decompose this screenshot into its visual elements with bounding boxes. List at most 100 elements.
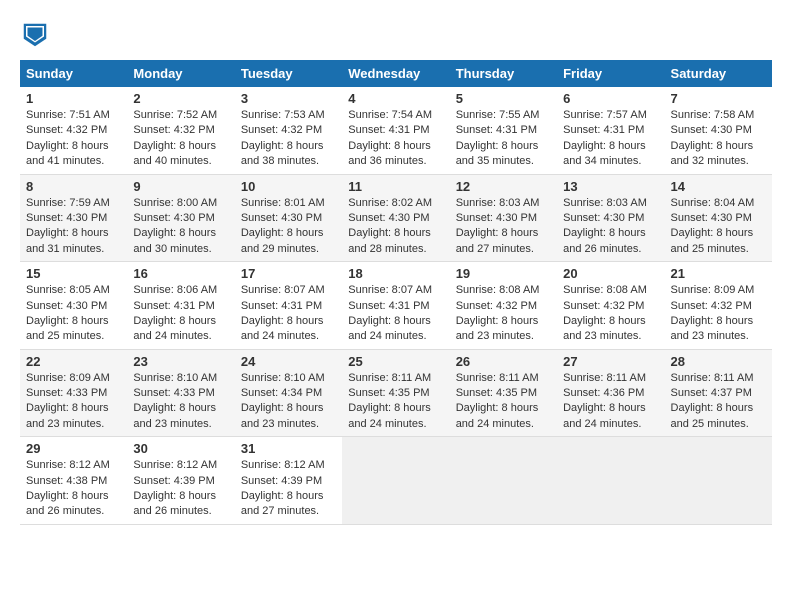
sunrise: Sunrise: 7:58 AM — [671, 108, 766, 123]
sunset: Sunset: 4:39 PM — [133, 474, 228, 489]
daylight: Daylight: 8 hours and 23 minutes. — [671, 314, 766, 345]
calendar-cell: 14 Sunrise: 8:04 AM Sunset: 4:30 PM Dayl… — [665, 174, 772, 262]
daylight: Daylight: 8 hours and 34 minutes. — [563, 139, 658, 170]
calendar-cell: 25 Sunrise: 8:11 AM Sunset: 4:35 PM Dayl… — [342, 349, 449, 437]
daylight: Daylight: 8 hours and 38 minutes. — [241, 139, 336, 170]
calendar-cell: 4 Sunrise: 7:54 AM Sunset: 4:31 PM Dayli… — [342, 87, 449, 174]
sunset: Sunset: 4:31 PM — [348, 123, 443, 138]
day-detail: Sunrise: 8:07 AM Sunset: 4:31 PM Dayligh… — [241, 283, 336, 345]
calendar-cell: 17 Sunrise: 8:07 AM Sunset: 4:31 PM Dayl… — [235, 262, 342, 350]
sunset: Sunset: 4:30 PM — [348, 211, 443, 226]
page-header — [20, 20, 772, 50]
weekday-header-row: SundayMondayTuesdayWednesdayThursdayFrid… — [20, 60, 772, 87]
sunset: Sunset: 4:31 PM — [348, 299, 443, 314]
day-number: 25 — [348, 354, 443, 369]
calendar-cell: 5 Sunrise: 7:55 AM Sunset: 4:31 PM Dayli… — [450, 87, 557, 174]
daylight: Daylight: 8 hours and 24 minutes. — [563, 401, 658, 432]
day-number: 5 — [456, 91, 551, 106]
daylight: Daylight: 8 hours and 36 minutes. — [348, 139, 443, 170]
day-detail: Sunrise: 7:53 AM Sunset: 4:32 PM Dayligh… — [241, 108, 336, 170]
sunset: Sunset: 4:32 PM — [671, 299, 766, 314]
day-number: 7 — [671, 91, 766, 106]
weekday-header-thursday: Thursday — [450, 60, 557, 87]
day-detail: Sunrise: 7:57 AM Sunset: 4:31 PM Dayligh… — [563, 108, 658, 170]
sunrise: Sunrise: 8:04 AM — [671, 196, 766, 211]
day-number: 27 — [563, 354, 658, 369]
sunset: Sunset: 4:36 PM — [563, 386, 658, 401]
sunrise: Sunrise: 8:01 AM — [241, 196, 336, 211]
calendar-cell: 26 Sunrise: 8:11 AM Sunset: 4:35 PM Dayl… — [450, 349, 557, 437]
day-detail: Sunrise: 7:54 AM Sunset: 4:31 PM Dayligh… — [348, 108, 443, 170]
day-number: 14 — [671, 179, 766, 194]
day-detail: Sunrise: 8:12 AM Sunset: 4:39 PM Dayligh… — [241, 458, 336, 520]
day-number: 6 — [563, 91, 658, 106]
logo-icon — [20, 20, 50, 50]
daylight: Daylight: 8 hours and 25 minutes. — [671, 226, 766, 257]
sunrise: Sunrise: 8:07 AM — [348, 283, 443, 298]
calendar-cell: 28 Sunrise: 8:11 AM Sunset: 4:37 PM Dayl… — [665, 349, 772, 437]
day-detail: Sunrise: 8:09 AM Sunset: 4:32 PM Dayligh… — [671, 283, 766, 345]
day-number: 13 — [563, 179, 658, 194]
sunrise: Sunrise: 8:11 AM — [456, 371, 551, 386]
sunrise: Sunrise: 8:11 AM — [563, 371, 658, 386]
day-detail: Sunrise: 7:52 AM Sunset: 4:32 PM Dayligh… — [133, 108, 228, 170]
daylight: Daylight: 8 hours and 23 minutes. — [26, 401, 121, 432]
sunrise: Sunrise: 7:51 AM — [26, 108, 121, 123]
day-number: 31 — [241, 441, 336, 456]
sunset: Sunset: 4:30 PM — [241, 211, 336, 226]
calendar-cell: 6 Sunrise: 7:57 AM Sunset: 4:31 PM Dayli… — [557, 87, 664, 174]
daylight: Daylight: 8 hours and 27 minutes. — [241, 489, 336, 520]
weekday-header-monday: Monday — [127, 60, 234, 87]
day-detail: Sunrise: 8:07 AM Sunset: 4:31 PM Dayligh… — [348, 283, 443, 345]
day-detail: Sunrise: 8:09 AM Sunset: 4:33 PM Dayligh… — [26, 371, 121, 433]
day-detail: Sunrise: 7:59 AM Sunset: 4:30 PM Dayligh… — [26, 196, 121, 258]
calendar-cell: 19 Sunrise: 8:08 AM Sunset: 4:32 PM Dayl… — [450, 262, 557, 350]
weekday-header-wednesday: Wednesday — [342, 60, 449, 87]
day-detail: Sunrise: 8:03 AM Sunset: 4:30 PM Dayligh… — [456, 196, 551, 258]
sunset: Sunset: 4:30 PM — [671, 123, 766, 138]
calendar-cell: 23 Sunrise: 8:10 AM Sunset: 4:33 PM Dayl… — [127, 349, 234, 437]
calendar-cell: 18 Sunrise: 8:07 AM Sunset: 4:31 PM Dayl… — [342, 262, 449, 350]
daylight: Daylight: 8 hours and 23 minutes. — [456, 314, 551, 345]
sunrise: Sunrise: 7:55 AM — [456, 108, 551, 123]
week-row-3: 15 Sunrise: 8:05 AM Sunset: 4:30 PM Dayl… — [20, 262, 772, 350]
calendar-cell: 21 Sunrise: 8:09 AM Sunset: 4:32 PM Dayl… — [665, 262, 772, 350]
calendar-cell: 1 Sunrise: 7:51 AM Sunset: 4:32 PM Dayli… — [20, 87, 127, 174]
daylight: Daylight: 8 hours and 40 minutes. — [133, 139, 228, 170]
daylight: Daylight: 8 hours and 35 minutes. — [456, 139, 551, 170]
sunrise: Sunrise: 8:12 AM — [133, 458, 228, 473]
sunset: Sunset: 4:32 PM — [26, 123, 121, 138]
sunset: Sunset: 4:30 PM — [671, 211, 766, 226]
day-detail: Sunrise: 7:51 AM Sunset: 4:32 PM Dayligh… — [26, 108, 121, 170]
sunrise: Sunrise: 8:05 AM — [26, 283, 121, 298]
day-detail: Sunrise: 8:10 AM Sunset: 4:34 PM Dayligh… — [241, 371, 336, 433]
day-detail: Sunrise: 8:05 AM Sunset: 4:30 PM Dayligh… — [26, 283, 121, 345]
day-number: 30 — [133, 441, 228, 456]
sunset: Sunset: 4:31 PM — [241, 299, 336, 314]
sunset: Sunset: 4:31 PM — [563, 123, 658, 138]
day-number: 1 — [26, 91, 121, 106]
day-number: 15 — [26, 266, 121, 281]
sunset: Sunset: 4:32 PM — [563, 299, 658, 314]
daylight: Daylight: 8 hours and 29 minutes. — [241, 226, 336, 257]
day-number: 4 — [348, 91, 443, 106]
daylight: Daylight: 8 hours and 23 minutes. — [133, 401, 228, 432]
calendar-cell: 8 Sunrise: 7:59 AM Sunset: 4:30 PM Dayli… — [20, 174, 127, 262]
week-row-4: 22 Sunrise: 8:09 AM Sunset: 4:33 PM Dayl… — [20, 349, 772, 437]
weekday-header-sunday: Sunday — [20, 60, 127, 87]
daylight: Daylight: 8 hours and 24 minutes. — [241, 314, 336, 345]
sunrise: Sunrise: 7:53 AM — [241, 108, 336, 123]
day-detail: Sunrise: 8:10 AM Sunset: 4:33 PM Dayligh… — [133, 371, 228, 433]
day-number: 28 — [671, 354, 766, 369]
day-number: 3 — [241, 91, 336, 106]
calendar-cell: 29 Sunrise: 8:12 AM Sunset: 4:38 PM Dayl… — [20, 437, 127, 525]
sunset: Sunset: 4:32 PM — [456, 299, 551, 314]
calendar-cell: 12 Sunrise: 8:03 AM Sunset: 4:30 PM Dayl… — [450, 174, 557, 262]
calendar-cell: 9 Sunrise: 8:00 AM Sunset: 4:30 PM Dayli… — [127, 174, 234, 262]
sunset: Sunset: 4:30 PM — [26, 211, 121, 226]
sunset: Sunset: 4:35 PM — [456, 386, 551, 401]
day-detail: Sunrise: 8:01 AM Sunset: 4:30 PM Dayligh… — [241, 196, 336, 258]
sunrise: Sunrise: 7:54 AM — [348, 108, 443, 123]
weekday-header-saturday: Saturday — [665, 60, 772, 87]
day-number: 19 — [456, 266, 551, 281]
